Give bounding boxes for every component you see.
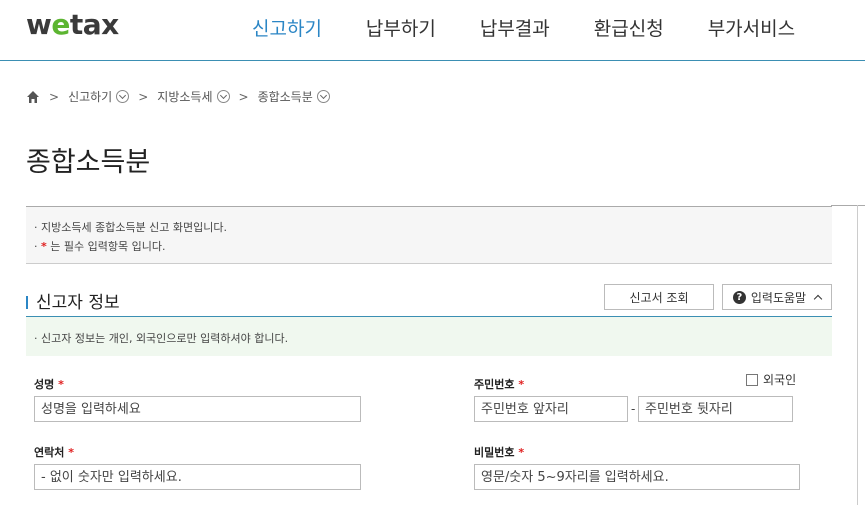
password-input[interactable] bbox=[474, 464, 800, 490]
breadcrumb-label: 종합소득분 bbox=[257, 90, 313, 104]
label-text: 비밀번호 bbox=[474, 446, 515, 459]
main-nav: 신고하기 납부하기 납부결과 환급신청 부가서비스 bbox=[252, 14, 839, 41]
breadcrumb-item-local-income-tax[interactable]: 지방소득세 bbox=[157, 88, 230, 105]
rrn-dash: - bbox=[631, 402, 636, 416]
logo-text-tax: tax bbox=[69, 8, 119, 41]
nav-item-extra-services[interactable]: 부가서비스 bbox=[708, 14, 795, 41]
input-help-button[interactable]: ? 입력도움말 bbox=[722, 284, 832, 310]
checkbox-box[interactable] bbox=[746, 373, 758, 386]
chevron-down-icon bbox=[116, 90, 130, 103]
notice-line: · * 는 필수 입력항목 입니다. bbox=[34, 238, 165, 254]
required-mark: * bbox=[518, 446, 525, 459]
label-text: 주민번호 bbox=[474, 378, 515, 391]
nav-item-payment[interactable]: 납부하기 bbox=[366, 14, 436, 41]
wetax-logo[interactable]: wetax bbox=[26, 8, 119, 41]
name-label: 성명 * bbox=[34, 376, 64, 392]
home-icon[interactable] bbox=[26, 90, 40, 104]
label-text: 성명 bbox=[34, 378, 55, 391]
name-input[interactable] bbox=[34, 396, 361, 422]
breadcrumb-item-report[interactable]: 신고하기 bbox=[68, 88, 130, 105]
required-mark: * bbox=[68, 446, 74, 459]
notice-prefix: · bbox=[34, 240, 41, 253]
breadcrumb-separator: > bbox=[49, 89, 60, 104]
report-inquiry-button[interactable]: 신고서 조회 bbox=[604, 284, 714, 310]
password-label: 비밀번호 * bbox=[474, 444, 524, 460]
chevron-down-icon bbox=[316, 90, 330, 103]
logo-text-e: e bbox=[51, 8, 70, 41]
button-label: 입력도움말 bbox=[750, 290, 807, 305]
notice-text: 는 필수 입력항목 입니다. bbox=[46, 240, 166, 253]
breadcrumb-separator: > bbox=[238, 89, 249, 104]
breadcrumb-item-comprehensive-income[interactable]: 종합소득분 bbox=[258, 88, 330, 105]
divider bbox=[857, 205, 858, 505]
button-label: 신고서 조회 bbox=[629, 290, 689, 305]
phone-label: 연락처 * bbox=[34, 444, 74, 460]
breadcrumb-label: 신고하기 bbox=[68, 90, 113, 104]
nav-item-payment-result[interactable]: 납부결과 bbox=[480, 14, 550, 41]
checkbox-label: 외국인 bbox=[763, 373, 797, 387]
info-text: · 신고자 정보는 개인, 외국인으로만 입력하셔야 합니다. bbox=[34, 332, 289, 345]
logo-text-w: w bbox=[26, 8, 52, 41]
required-mark: * bbox=[58, 378, 64, 391]
help-icon: ? bbox=[732, 290, 746, 304]
nav-item-report[interactable]: 신고하기 bbox=[252, 14, 322, 41]
site-header: wetax 신고하기 납부하기 납부결과 환급신청 부가서비스 bbox=[0, 0, 865, 61]
page-title: 종합소득분 bbox=[26, 147, 151, 178]
section-title-text: 신고자 정보 bbox=[36, 293, 120, 313]
foreigner-checkbox[interactable]: 외국인 bbox=[746, 371, 796, 388]
breadcrumb: > 신고하기 > 지방소득세 > 종합소득분 bbox=[26, 88, 330, 105]
chevron-down-icon bbox=[216, 90, 230, 103]
nav-item-refund[interactable]: 환급신청 bbox=[594, 14, 664, 41]
rrn-front-input[interactable] bbox=[474, 396, 628, 422]
chevron-up-icon bbox=[813, 294, 823, 304]
section-title: 신고자 정보 bbox=[26, 288, 120, 313]
required-mark: * bbox=[518, 378, 525, 391]
label-text: 연락처 bbox=[34, 446, 65, 459]
section-bar-icon bbox=[26, 296, 28, 309]
notice-line: · 지방소득세 종합소득분 신고 화면입니다. bbox=[34, 221, 228, 234]
breadcrumb-separator: > bbox=[138, 89, 149, 104]
notice-box: · 지방소득세 종합소득분 신고 화면입니다. · * 는 필수 입력항목 입니… bbox=[26, 206, 832, 264]
breadcrumb-label: 지방소득세 bbox=[157, 90, 213, 104]
rrn-label: 주민번호 * bbox=[474, 376, 524, 392]
rrn-back-input[interactable] bbox=[638, 396, 793, 422]
divider bbox=[831, 205, 865, 206]
phone-input[interactable] bbox=[34, 464, 361, 490]
info-bar: · 신고자 정보는 개인, 외국인으로만 입력하셔야 합니다. bbox=[26, 316, 832, 356]
